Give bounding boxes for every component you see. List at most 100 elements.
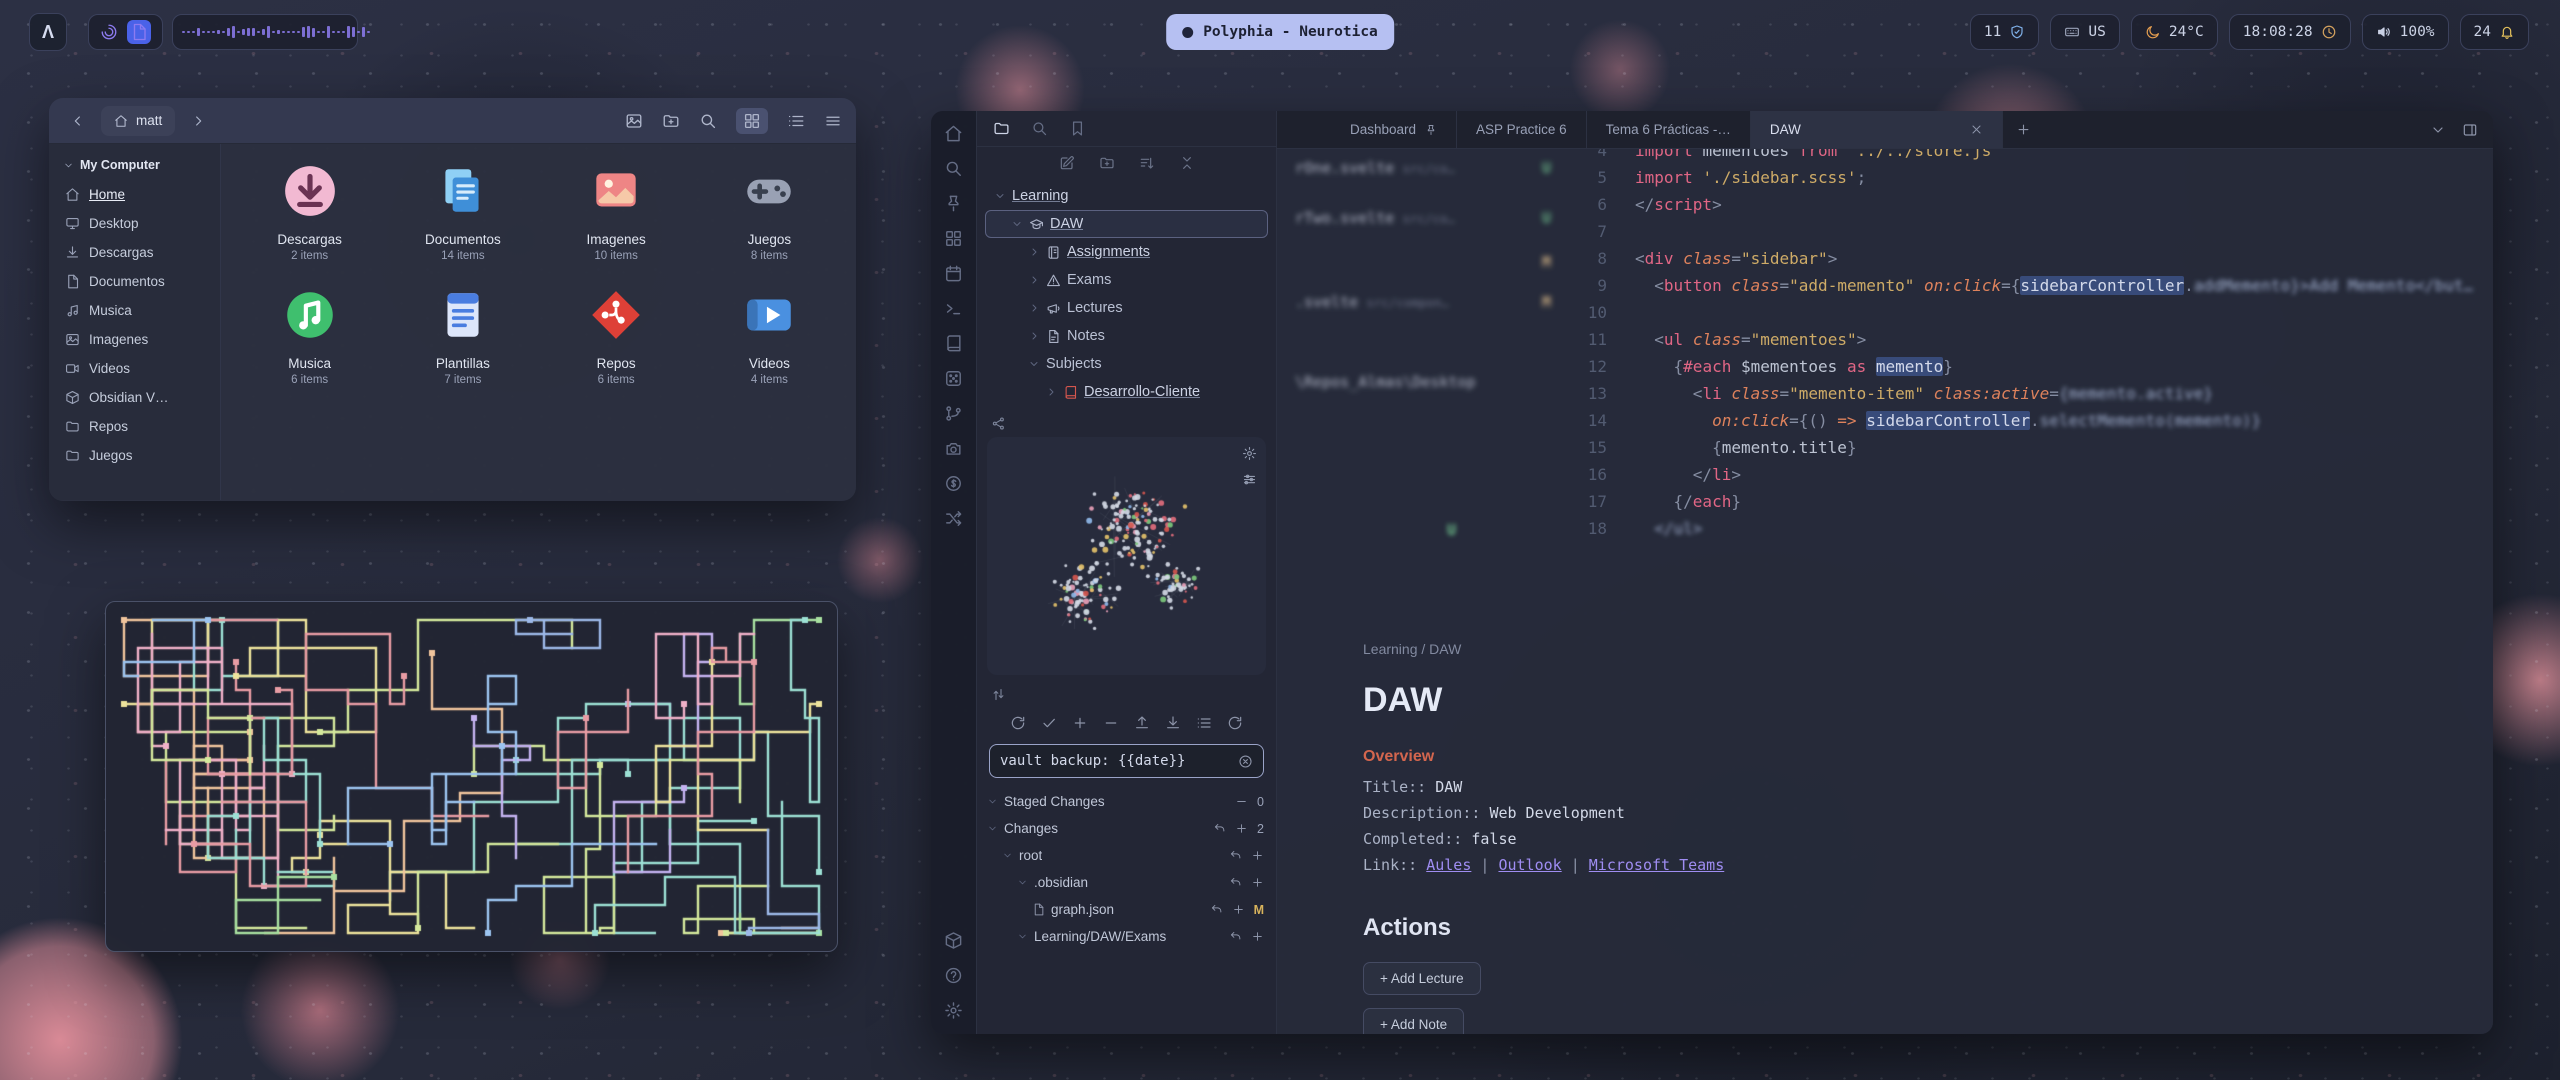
git-download-icon-5[interactable] (1165, 715, 1181, 731)
ribbon-terminal-icon[interactable] (944, 299, 963, 318)
git-action-undo-icon[interactable] (1229, 876, 1242, 889)
sidebar-item-repos[interactable]: Repos (57, 412, 212, 441)
explorer-item-desarrollo-cliente[interactable]: Desarrollo-Cliente (985, 378, 1268, 406)
git-action-plus-icon[interactable] (1251, 876, 1264, 889)
git-item-graph-json[interactable]: graph.jsonM (987, 896, 1266, 923)
tab-asp-practice-6[interactable]: ASP Practice 6 (1457, 111, 1587, 148)
explorer-item-exams[interactable]: Exams (985, 266, 1268, 294)
toggle-right-sidebar-icon[interactable] (2462, 122, 2478, 138)
commit-message-input[interactable]: vault backup: {{date}} (989, 744, 1264, 778)
folder-repos[interactable]: Repos6 items (540, 286, 693, 386)
ribbon-book-icon[interactable] (944, 334, 963, 353)
module-updates[interactable]: 11 (1970, 14, 2039, 50)
explorer-item-daw[interactable]: DAW (985, 210, 1268, 238)
ribbon-dices-icon[interactable] (944, 369, 963, 388)
git-item-root[interactable]: root (987, 842, 1266, 869)
sidebar-item-juegos[interactable]: Juegos (57, 441, 212, 470)
git-pane-tab[interactable] (977, 683, 1276, 706)
git-plus-icon-2[interactable] (1072, 715, 1088, 731)
image-icon[interactable] (625, 112, 643, 130)
action-button-add-lecture[interactable]: + Add Lecture (1363, 962, 1481, 995)
git-refresh-icon-7[interactable] (1227, 715, 1243, 731)
active-workspace-indicator[interactable] (127, 20, 151, 44)
folder-imagenes[interactable]: Imagenes10 items (540, 162, 693, 262)
ribbon-shuffle-icon[interactable] (944, 509, 963, 528)
git-action-plus-icon[interactable] (1251, 849, 1264, 862)
git-action-undo-icon[interactable] (1210, 903, 1223, 916)
git-refresh-icon-0[interactable] (1010, 715, 1026, 731)
sidebar-tab-bookmark-icon[interactable] (1069, 120, 1086, 137)
module-notifications[interactable]: 24 (2460, 14, 2529, 50)
folder-plus-icon[interactable] (662, 112, 680, 130)
git-action-minus-icon[interactable] (1235, 795, 1248, 808)
ribbon-camera-icon[interactable] (944, 439, 963, 458)
forward-button[interactable] (183, 106, 213, 136)
git-upload-icon-4[interactable] (1134, 715, 1150, 731)
tab-list-icon[interactable] (2430, 122, 2446, 138)
folder-juegos[interactable]: Juegos8 items (693, 162, 846, 262)
sidebar-tab-folder-icon[interactable] (993, 120, 1010, 137)
breadcrumb[interactable]: matt (101, 106, 175, 136)
view-grid-toggle[interactable] (736, 108, 768, 134)
grid-icon[interactable] (743, 112, 761, 130)
explorer-edit-icon[interactable] (1059, 155, 1075, 171)
gear-icon[interactable] (1242, 446, 1257, 461)
ribbon-home-icon[interactable] (944, 124, 963, 143)
menu-icon[interactable] (824, 112, 842, 130)
list-icon[interactable] (787, 112, 805, 130)
git-action-plus-icon[interactable] (1235, 822, 1248, 835)
link-outlook[interactable]: Outlook (1498, 856, 1561, 874)
folder-descargas[interactable]: Descargas2 items (233, 162, 386, 262)
ribbon-git-branch-icon[interactable] (944, 404, 963, 423)
git-item-changes[interactable]: Changes2 (987, 815, 1266, 842)
git-action-undo-icon[interactable] (1213, 822, 1226, 835)
sidebar-item-home[interactable]: Home (57, 180, 212, 209)
workspaces-widget[interactable] (88, 14, 163, 50)
git-list-icon-6[interactable] (1196, 715, 1212, 731)
folder-musica[interactable]: Musica6 items (233, 286, 386, 386)
explorer-item-subjects[interactable]: Subjects (985, 350, 1268, 378)
close-icon[interactable] (1970, 123, 1983, 136)
ribbon-help-icon[interactable] (944, 966, 963, 985)
explorer-item-assignments[interactable]: Assignments (985, 238, 1268, 266)
link-microsoft-teams[interactable]: Microsoft Teams (1589, 856, 1724, 874)
sidebar-item-obsidian-v[interactable]: Obsidian V… (57, 383, 212, 412)
sidebar-item-videos[interactable]: Videos (57, 354, 212, 383)
filter-icon[interactable] (1242, 472, 1257, 487)
folder-plantillas[interactable]: Plantillas7 items (386, 286, 539, 386)
module-clock[interactable]: 18:08:28 (2229, 14, 2351, 50)
clear-icon[interactable] (1238, 754, 1253, 769)
sidebar-item-descargas[interactable]: Descargas (57, 238, 212, 267)
search-icon[interactable] (699, 112, 717, 130)
folder-videos[interactable]: Videos4 items (693, 286, 846, 386)
ribbon-grid-icon[interactable] (944, 229, 963, 248)
media-player-widget[interactable]: Polyphia - Neurotica (1166, 14, 1394, 50)
graph-view-canvas[interactable] (987, 437, 1266, 673)
sidebar-item-imagenes[interactable]: Imagenes (57, 325, 212, 354)
sidebar-item-documentos[interactable]: Documentos (57, 267, 212, 296)
ribbon-search-icon[interactable] (944, 159, 963, 178)
link-aules[interactable]: Aules (1426, 856, 1471, 874)
git-item-staged-changes[interactable]: Staged Changes0 (987, 788, 1266, 815)
tab-dashboard[interactable]: Dashboard (1331, 111, 1457, 148)
action-button-add-note[interactable]: + Add Note (1363, 1008, 1464, 1034)
git-minus-icon-3[interactable] (1103, 715, 1119, 731)
ribbon-calendar-icon[interactable] (944, 264, 963, 283)
git-check-icon-1[interactable] (1041, 715, 1057, 731)
launcher-button[interactable]: Λ (29, 13, 67, 51)
tab-tema-6-pr-cticas[interactable]: Tema 6 Prácticas -… (1587, 111, 1751, 148)
ribbon-pin-icon[interactable] (944, 194, 963, 213)
back-button[interactable] (63, 106, 93, 136)
git-action-undo-icon[interactable] (1229, 849, 1242, 862)
tab-daw[interactable]: DAW (1751, 111, 2003, 148)
module-keyboard-layout[interactable]: US (2050, 14, 2119, 50)
explorer-item-learning[interactable]: Learning (985, 182, 1268, 210)
ribbon-settings-icon[interactable] (944, 1001, 963, 1020)
module-weather[interactable]: 24°C (2131, 14, 2218, 50)
git-action-plus-icon[interactable] (1251, 930, 1264, 943)
explorer-item-lectures[interactable]: Lectures (985, 294, 1268, 322)
folder-documentos[interactable]: Documentos14 items (386, 162, 539, 262)
explorer-item-notes[interactable]: Notes (985, 322, 1268, 350)
git-action-plus-icon[interactable] (1232, 903, 1245, 916)
sidebar-tab-search-icon[interactable] (1031, 120, 1048, 137)
